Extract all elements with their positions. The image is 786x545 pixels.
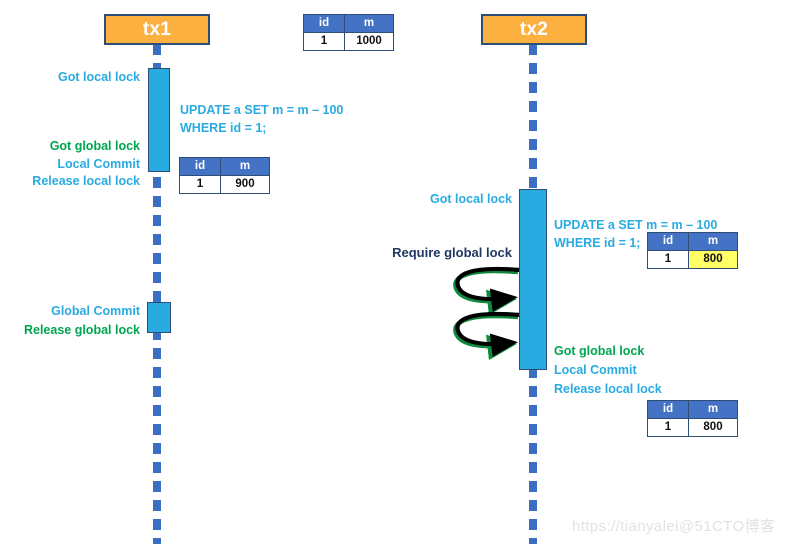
record-table-tx2-after: id m 1 800 [647, 400, 738, 437]
label-text: Release global lock [23, 323, 140, 337]
label-text: Got global lock [49, 139, 140, 153]
label-tx2-require-global-lock: Require global lock [350, 245, 512, 261]
label-text: Release local lock [32, 174, 140, 188]
require-global-lock-retry-arrow-2 [455, 311, 521, 357]
label-text: Got local lock [58, 70, 140, 84]
column-header-id: id [647, 232, 689, 251]
table-header-row: id m [647, 400, 738, 419]
label-tx1-global-commit: Global Commit [0, 304, 140, 320]
label-tx2-got-global-lock: Got global lock [554, 344, 644, 360]
label-tx2-got-local-lock: Got local lock [360, 192, 512, 208]
record-table-tx2-pending: id m 1 800 [647, 232, 738, 269]
label-text: Global Commit [51, 304, 140, 318]
label-tx2-local-commit: Local Commit [554, 363, 637, 379]
label-tx1-got-global-lock: Got global lock [0, 139, 140, 155]
column-header-id: id [179, 157, 221, 176]
column-header-m: m [688, 232, 738, 251]
sequence-diagram-canvas: tx1 Got local lock Got global lock Local… [0, 0, 786, 545]
actor-label-tx1: tx1 [142, 18, 172, 40]
sql-tx1-line1: UPDATE a SET m = m – 100 [180, 103, 344, 117]
column-header-m: m [220, 157, 270, 176]
cell-id: 1 [179, 175, 221, 194]
label-text: Got local lock [430, 192, 512, 206]
label-tx1-got-local-lock: Got local lock [0, 70, 140, 86]
sql-tx1-line2: WHERE id = 1; [180, 121, 267, 136]
actor-box-tx1[interactable]: tx1 [104, 14, 210, 45]
actor-label-tx2: tx2 [519, 18, 549, 40]
cell-m: 800 [688, 418, 738, 437]
column-header-m: m [344, 14, 394, 33]
label-text: Require global lock [392, 245, 512, 260]
label-tx1-release-local-lock: Release local lock [0, 174, 140, 190]
sql-tx1: UPDATE a SET m = m – 100 WHERE id = 1; [180, 101, 343, 137]
column-header-m: m [688, 400, 738, 419]
table-header-row: id m [647, 232, 738, 251]
label-tx2-release-local-lock: Release local lock [554, 382, 662, 398]
table-header-row: id m [303, 14, 394, 33]
cell-m-highlighted: 800 [688, 250, 738, 269]
label-text: Release local lock [554, 382, 662, 396]
table-row: 1 1000 [303, 32, 394, 51]
activation-tx2-local [519, 189, 547, 370]
retry-loop-arrow-glow-group [453, 268, 519, 361]
table-row: 1 800 [647, 418, 738, 437]
activation-tx1-local [148, 68, 170, 172]
label-text: Local Commit [57, 157, 140, 171]
cell-m: 1000 [344, 32, 394, 51]
label-tx1-release-global-lock: Release global lock [0, 323, 140, 339]
activation-tx1-global-commit [147, 302, 171, 333]
label-text: Local Commit [554, 363, 637, 377]
watermark: https://tianyalei@51CTO博客 [572, 518, 776, 535]
cell-id: 1 [303, 32, 345, 51]
table-row: 1 900 [179, 175, 270, 194]
label-text: Got global lock [554, 344, 645, 358]
table-row: 1 800 [647, 250, 738, 269]
cell-id: 1 [647, 418, 689, 437]
record-table-tx1-after: id m 1 900 [179, 157, 270, 194]
actor-box-tx2[interactable]: tx2 [481, 14, 587, 45]
column-header-id: id [647, 400, 689, 419]
require-global-lock-retry-arrow-1 [455, 266, 521, 312]
retry-loop-arrow-group [455, 266, 521, 357]
cell-m: 900 [220, 175, 270, 194]
cell-id: 1 [647, 250, 689, 269]
record-table-initial: id m 1 1000 [303, 14, 394, 51]
column-header-id: id [303, 14, 345, 33]
table-header-row: id m [179, 157, 270, 176]
label-tx1-local-commit: Local Commit [0, 157, 140, 173]
